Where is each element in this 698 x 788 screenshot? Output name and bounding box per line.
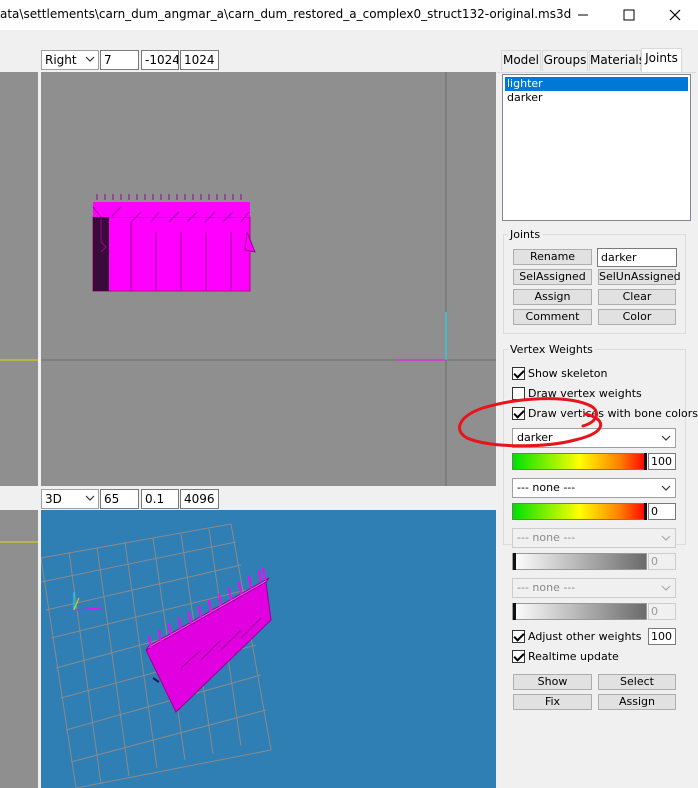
- maximize-icon: [623, 9, 635, 21]
- adjust-other-weights-field[interactable]: 100: [648, 628, 676, 645]
- list-item[interactable]: lighter: [505, 77, 688, 91]
- top-viewport-toolbar: Right 7 -1024 1024: [41, 48, 496, 72]
- bone1-weight-field[interactable]: 100: [648, 453, 676, 470]
- far-clip-field[interactable]: 1024: [180, 50, 219, 70]
- bone2-select[interactable]: --- none ---: [512, 478, 676, 498]
- chevron-down-icon: [661, 585, 671, 591]
- 3d-canvas: [41, 523, 272, 788]
- close-button[interactable]: [652, 0, 698, 30]
- chevron-down-icon: [661, 435, 671, 441]
- near-clip-field[interactable]: -1024: [141, 50, 179, 70]
- bone2-select-value: --- none ---: [517, 481, 576, 494]
- left-viewport-top[interactable]: [0, 72, 38, 486]
- right-view-viewport[interactable]: [41, 72, 496, 486]
- bone2-weight-field[interactable]: 0: [648, 503, 676, 520]
- realtime-update-checkbox[interactable]: [512, 650, 525, 663]
- joint-name-field[interactable]: darker: [597, 248, 677, 267]
- grid-size-field[interactable]: 7: [100, 50, 139, 70]
- minimize-icon: [578, 14, 588, 16]
- bone1-weight-slider[interactable]: [512, 453, 647, 470]
- axis-gizmo: [73, 592, 102, 611]
- model-right-view: [92, 194, 256, 292]
- near-clip-field[interactable]: 0.1: [141, 489, 179, 509]
- 3d-viewport[interactable]: [41, 510, 496, 788]
- slider-thumb[interactable]: [644, 453, 647, 470]
- view-select[interactable]: Right: [41, 50, 99, 70]
- assign-button[interactable]: Assign: [513, 289, 592, 305]
- bone3-select[interactable]: --- none ---: [512, 528, 676, 548]
- color-button[interactable]: Color: [598, 309, 676, 325]
- select-button[interactable]: Select: [598, 674, 676, 690]
- close-icon: [669, 9, 681, 21]
- bone4-select[interactable]: --- none ---: [512, 578, 676, 598]
- adjust-other-weights-label: Adjust other weights: [528, 630, 642, 643]
- joints-group-title: Joints: [508, 228, 543, 241]
- slider-thumb[interactable]: [644, 503, 647, 520]
- clear-button[interactable]: Clear: [598, 289, 676, 305]
- view-select-3d[interactable]: 3D: [41, 489, 99, 509]
- left-viewport-bottom[interactable]: [0, 510, 38, 788]
- right-view-canvas: [41, 72, 496, 486]
- maximize-button[interactable]: [606, 0, 652, 30]
- window-title: ata\settlements\carn_dum_angmar_a\carn_d…: [0, 7, 572, 21]
- bone2-weight-slider[interactable]: [512, 503, 647, 520]
- rename-button[interactable]: Rename: [513, 249, 592, 265]
- slider-thumb[interactable]: [513, 553, 516, 570]
- tab-model[interactable]: Model: [501, 50, 541, 71]
- minimize-button[interactable]: [560, 0, 606, 30]
- far-clip-field[interactable]: 4096: [180, 489, 219, 509]
- axis-lines: [0, 359, 38, 361]
- slider-thumb[interactable]: [513, 603, 516, 620]
- axis-lines: [0, 541, 38, 543]
- comment-button[interactable]: Comment: [513, 309, 592, 325]
- title-bar: ata\settlements\carn_dum_angmar_a\carn_d…: [0, 0, 698, 30]
- bone3-select-value: --- none ---: [517, 531, 576, 544]
- chevron-down-icon: [661, 535, 671, 541]
- chevron-down-icon: [85, 495, 95, 501]
- fix-button[interactable]: Fix: [513, 694, 592, 710]
- red-annotation-circle: [458, 397, 603, 448]
- list-item[interactable]: darker: [505, 91, 688, 105]
- adjust-other-weights-checkbox[interactable]: [512, 630, 525, 643]
- show-button[interactable]: Show: [513, 674, 592, 690]
- tab-groups[interactable]: Groups: [542, 50, 588, 71]
- view-select-value: 3D: [45, 492, 62, 506]
- model-3d-view: [145, 567, 272, 713]
- chevron-down-icon: [661, 485, 671, 491]
- sel-unassigned-button[interactable]: SelUnAssigned: [598, 269, 681, 285]
- bone3-weight-slider[interactable]: [512, 553, 647, 570]
- sel-assigned-button[interactable]: SelAssigned: [513, 269, 592, 285]
- vertex-weights-title: Vertex Weights: [508, 343, 595, 356]
- tab-materials[interactable]: Materials: [589, 50, 645, 71]
- bone3-weight-field[interactable]: 0: [648, 553, 676, 570]
- assign-weights-button[interactable]: Assign: [598, 694, 676, 710]
- show-skeleton-label: Show skeleton: [528, 367, 608, 380]
- bone4-weight-field[interactable]: 0: [648, 603, 676, 620]
- fov-field[interactable]: 65: [100, 489, 139, 509]
- bone4-weight-slider[interactable]: [512, 603, 647, 620]
- realtime-update-label: Realtime update: [528, 650, 619, 663]
- view-select-value: Right: [45, 53, 77, 67]
- show-skeleton-checkbox[interactable]: [512, 367, 525, 380]
- bone4-select-value: --- none ---: [517, 581, 576, 594]
- bottom-viewport-toolbar: 3D 65 0.1 4096: [41, 486, 496, 510]
- chevron-down-icon: [85, 56, 95, 62]
- joints-list[interactable]: lighter darker: [502, 74, 691, 221]
- tab-joints[interactable]: Joints: [641, 48, 682, 72]
